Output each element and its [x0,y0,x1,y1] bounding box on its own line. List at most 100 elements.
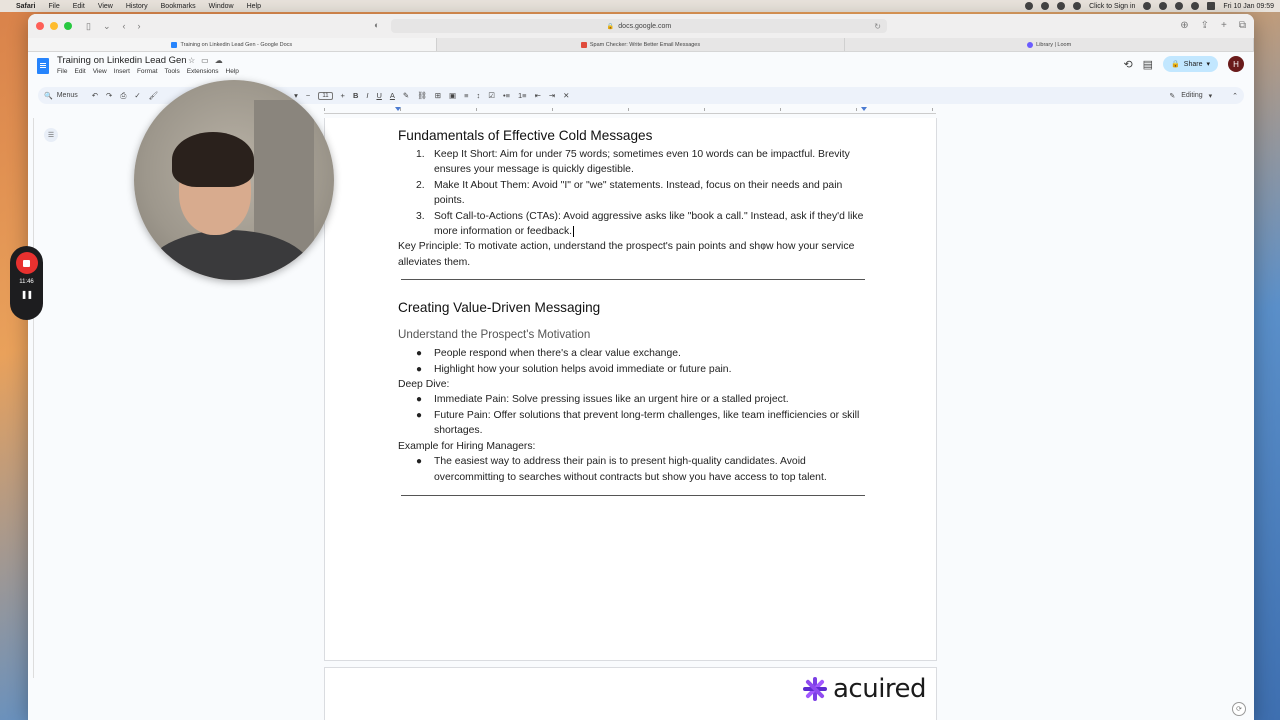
chevron-down-icon[interactable]: ⌄ [103,21,111,32]
list-item-text[interactable]: People respond when there's a clear valu… [434,348,681,359]
docs-menu-extensions[interactable]: Extensions [187,68,219,75]
highlight-icon[interactable]: ✎ [403,91,409,100]
move-folder-icon[interactable]: ▭ [201,56,209,65]
click-to-sign-in[interactable]: Click to Sign in [1089,3,1135,10]
address-bar[interactable]: 🔒 docs.google.com ↻ [391,19,887,33]
list-item[interactable]: ● The easiest way to address their pain … [398,454,868,485]
status-icon[interactable] [1041,2,1050,10]
example-label[interactable]: Example for Hiring Managers: [398,439,868,454]
pause-icon[interactable]: ❚❚ [21,290,33,299]
browser-tab-spam-checker[interactable]: Spam Checker: Write Better Email Message… [437,38,846,51]
menu-view[interactable]: View [98,3,113,10]
list-item-text[interactable]: Immediate Pain: Solve pressing issues li… [434,394,789,405]
control-center-icon[interactable] [1207,2,1216,10]
status-icon[interactable] [1057,2,1066,10]
docs-menu-view[interactable]: View [93,68,107,75]
list-item-text[interactable]: Future Pain: Offer solutions that preven… [434,410,859,436]
bold-button[interactable]: B [353,91,358,100]
stop-recording-button[interactable] [15,252,38,274]
docs-menu-format[interactable]: Format [137,68,158,75]
menu-history[interactable]: History [126,3,148,10]
webcam-bubble[interactable] [134,80,334,280]
forward-icon[interactable]: › [138,21,141,31]
key-principle-paragraph[interactable]: Key Principle: To motivate action, under… [398,239,868,270]
document-title[interactable]: Training on Linkedin Lead Gen [57,55,187,66]
decrease-indent-icon[interactable]: ⇤ [535,91,541,100]
search-menus[interactable]: 🔍 Menus [44,92,78,100]
image-icon[interactable]: ▣ [449,91,456,100]
menu-bookmarks[interactable]: Bookmarks [161,3,196,10]
text-color-button[interactable]: A [390,91,395,100]
list-item[interactable]: 2. Make It About Them: Avoid "I" or "we"… [398,178,868,209]
list-item[interactable]: ● People respond when there's a clear va… [398,346,868,361]
ruler-track[interactable] [324,107,936,114]
undo-icon[interactable]: ↶ [92,91,98,100]
align-icon[interactable]: ≡ [464,91,468,100]
link-icon[interactable]: ⛓ [417,91,427,100]
menu-app-name[interactable]: Safari [16,3,35,10]
close-window-button[interactable] [36,22,44,30]
menu-window[interactable]: Window [209,3,234,10]
status-icon[interactable] [1159,2,1168,10]
docs-menu-edit[interactable]: Edit [74,68,85,75]
bulleted-list-icon[interactable]: •≡ [503,91,510,100]
explore-icon[interactable]: ⟳ [1232,702,1246,716]
menu-edit[interactable]: Edit [73,3,85,10]
italic-button[interactable]: I [366,91,368,100]
list-item-text[interactable]: Keep It Short: Aim for under 75 words; s… [434,149,850,175]
avatar[interactable]: H [1228,56,1244,72]
browser-tab-loom[interactable]: Library | Loom [845,38,1254,51]
paint-format-icon[interactable]: 🖌 [149,91,159,100]
list-item[interactable]: ● Highlight how your solution helps avoi… [398,362,868,377]
underline-button[interactable]: U [376,91,381,100]
heading-value-driven[interactable]: Creating Value-Driven Messaging [398,298,868,318]
list-item-text[interactable]: Soft Call-to-Actions (CTAs): Avoid aggre… [434,211,863,237]
version-history-icon[interactable]: ⟲ [1123,58,1132,71]
line-spacing-icon[interactable]: ↕ [477,91,481,100]
downloads-icon[interactable]: ⊕ [1180,20,1188,31]
docs-menu-file[interactable]: File [57,68,67,75]
list-item-text[interactable]: Make It About Them: Avoid "I" or "we" st… [434,180,842,206]
font-size-input[interactable]: 11 [318,91,333,100]
zoom-window-button[interactable] [64,22,72,30]
menu-file[interactable]: File [48,3,59,10]
spellcheck-icon[interactable]: ✓ [134,91,140,100]
print-icon[interactable]: ⎙ [120,91,126,101]
list-item-text[interactable]: The easiest way to address their pain is… [434,456,827,482]
google-docs-logo-icon[interactable] [37,58,49,74]
vertical-ruler[interactable] [32,118,34,678]
back-icon[interactable]: ‹ [123,21,126,31]
star-icon[interactable]: ☆ [188,56,195,65]
battery-icon[interactable] [1175,2,1184,10]
comments-icon[interactable]: ▤ [1143,58,1153,71]
list-item[interactable]: ● Future Pain: Offer solutions that prev… [398,408,868,439]
collapse-menus-icon[interactable]: ⌃ [1232,92,1238,100]
heading-prospect-motivation[interactable]: Understand the Prospect's Motivation [398,326,868,344]
increase-indent-icon[interactable]: ⇥ [549,91,555,100]
font-dropdown-chevron-icon[interactable]: ▾ [294,91,298,100]
numbered-list-icon[interactable]: 1≡ [518,91,527,100]
sidebar-icon[interactable]: ▯ [86,21,91,32]
status-icon[interactable] [1143,2,1152,10]
wifi-icon[interactable] [1191,2,1200,10]
reload-icon[interactable]: ↻ [874,22,881,31]
status-icon[interactable] [1073,2,1082,10]
share-button[interactable]: 🔒 Share ▾ [1163,56,1218,72]
share-page-icon[interactable]: ⇪ [1201,20,1209,31]
comment-icon[interactable]: ⊞ [435,91,441,100]
menu-help[interactable]: Help [247,3,261,10]
list-item[interactable]: 1. Keep It Short: Aim for under 75 words… [398,147,868,178]
menubar-clock[interactable]: Fri 10 Jan 09:59 [1223,3,1274,10]
document-outline-icon[interactable]: ☰ [44,128,58,142]
editing-mode-dropdown[interactable]: ✎ Editing ▾ ⌃ [1169,92,1238,100]
right-indent-marker[interactable] [861,107,867,111]
deep-dive-label[interactable]: Deep Dive: [398,377,868,392]
browser-tab-google-docs[interactable]: Training on Linkedin Lead Gen - Google D… [28,38,437,51]
docs-menu-insert[interactable]: Insert [114,68,130,75]
list-item[interactable]: 3. Soft Call-to-Actions (CTAs): Avoid ag… [398,209,868,240]
tab-overview-icon[interactable]: ⧉ [1239,20,1246,31]
new-tab-icon[interactable]: + [1221,20,1227,31]
checklist-icon[interactable]: ☑ [488,91,495,100]
redo-icon[interactable]: ↷ [106,91,112,100]
list-item[interactable]: ● Immediate Pain: Solve pressing issues … [398,392,868,407]
